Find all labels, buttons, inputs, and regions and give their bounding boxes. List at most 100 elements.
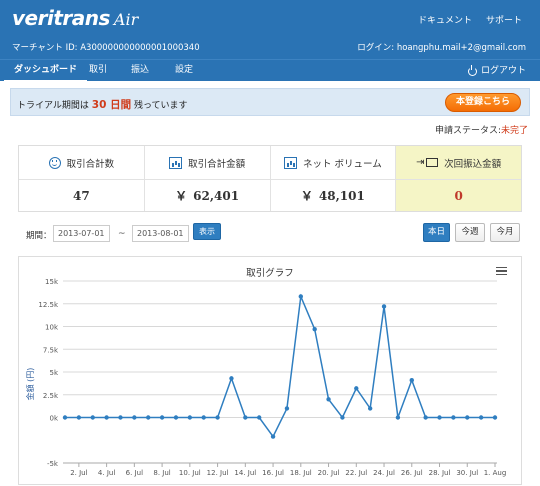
period-filter: 期間： 2013-07-01 ~ 2013-08-01 表示 本日 今週 今月 (18, 219, 522, 249)
veritrans-air-logo[interactable]: veritrans Air (12, 6, 138, 32)
stat-label: 取引合計数 (66, 158, 115, 170)
stat-value: 0 (454, 189, 463, 203)
documents-link[interactable]: ドキュメント (418, 13, 472, 26)
data-point (215, 415, 220, 420)
y-tick-label: 0k (49, 415, 58, 423)
range-today-button[interactable]: 本日 (423, 223, 450, 242)
stat-label: 取引合計金額 (188, 158, 246, 170)
data-point (395, 415, 401, 420)
main-nav: ダッシュボード 取引 振込 設定 ログアウト (0, 59, 540, 82)
stats-panel: 取引合計数 47 取引合計金額 ￥ 62,401 ネット ボリューム ￥ 48,10… (18, 145, 522, 212)
trial-days: 30 日間 (91, 99, 132, 111)
stat-net-volume: ネット ボリューム ￥ 48,101 (270, 146, 397, 211)
data-point (326, 397, 331, 402)
data-point (90, 415, 95, 420)
nav-settings[interactable]: 設定 (165, 60, 203, 82)
currency-symbol: ￥ (175, 189, 188, 203)
login-user: ログイン: hoangphu.mail+2@gmail.com (357, 43, 526, 53)
date-separator: ~ (118, 229, 126, 239)
logo-sub: Air (113, 10, 139, 29)
y-tick-label: 7.5k (43, 346, 59, 354)
top-links: ドキュメント サポート (418, 13, 522, 26)
date-to-input[interactable]: 2013-08-01 (132, 225, 189, 242)
smile-icon (48, 156, 61, 169)
trial-prefix: トライアル期間は (17, 101, 89, 111)
transaction-chart: 取引グラフ 金額 (円) -5k 0k 2.5k 5k 7.5k 10k 12.5k 15k 2… (18, 256, 522, 485)
y-tick-label: -5k (47, 460, 59, 468)
y-tick-label: 2.5k (43, 392, 59, 400)
date-from-input[interactable]: 2013-07-01 (53, 225, 110, 242)
data-point (367, 406, 373, 411)
bar-chart-icon (169, 156, 183, 169)
x-tick-label: 28. Jul (429, 469, 451, 477)
status-label: 申請ステータス: (434, 126, 501, 136)
bar-chart-icon (284, 156, 297, 169)
x-tick-label: 18. Jul (290, 469, 312, 477)
data-point (340, 415, 345, 420)
data-point (201, 415, 206, 420)
data-point (256, 415, 262, 420)
data-point (381, 304, 387, 309)
support-link[interactable]: サポート (486, 13, 522, 26)
x-tick-label: 30. Jul (456, 469, 478, 477)
app-header: veritrans Air ドキュメント サポート マーチャント ID: A30… (0, 0, 540, 59)
range-month-button[interactable]: 今月 (490, 223, 520, 242)
data-point (284, 406, 290, 411)
period-label: 期間： (26, 231, 52, 241)
series-line (65, 293, 495, 439)
data-point (270, 434, 276, 439)
money-transfer-icon: ⇥ (416, 157, 438, 169)
x-tick-label: 12. Jul (207, 469, 229, 477)
power-icon (467, 64, 477, 76)
x-tick-label: 6. Jul (126, 469, 143, 477)
currency-symbol: ￥ (300, 189, 313, 203)
application-status: 申請ステータス:未完了 (435, 123, 528, 136)
data-point (173, 415, 179, 420)
logout-label: ログアウト (480, 66, 526, 76)
nav-transfers[interactable]: 振込 (121, 60, 159, 82)
chart-plot: 金額 (円) -5k 0k 2.5k 5k 7.5k 10k 12.5k 15k 2. Jul 4… (25, 278, 507, 477)
logout-link[interactable]: ログアウト (467, 60, 526, 82)
data-point (437, 415, 442, 420)
x-tick-label: 20. Jul (318, 469, 340, 477)
trial-suffix: 残っています (133, 101, 188, 111)
stat-label: 次回振込金額 (444, 158, 502, 170)
status-value: 未完了 (500, 126, 528, 136)
range-week-button[interactable]: 今週 (455, 223, 485, 242)
register-button[interactable]: 本登録こちら (445, 93, 521, 112)
data-point (243, 415, 248, 420)
stat-next-transfer: ⇥ 次回振込金額 0 (396, 146, 521, 211)
data-point (354, 386, 359, 391)
x-tick-label: 24. Jul (373, 469, 395, 477)
data-point (312, 327, 317, 332)
show-button[interactable]: 表示 (193, 223, 221, 240)
data-point (409, 377, 414, 383)
y-tick-label: 15k (45, 278, 59, 286)
data-point (229, 376, 234, 381)
nav-dashboard[interactable]: ダッシュボード (4, 60, 88, 82)
data-point (492, 415, 498, 420)
data-point (62, 415, 68, 420)
x-tick-label: 26. Jul (401, 469, 423, 477)
stat-total-amount: 取引合計金額 ￥ 62,401 (144, 146, 271, 211)
y-axis-label: 金額 (円) (25, 368, 35, 401)
data-point (423, 415, 428, 420)
stat-value: 47 (73, 189, 90, 203)
y-tick-label: 12.5k (38, 301, 59, 309)
data-point (146, 415, 151, 420)
data-point (451, 415, 456, 420)
stat-total-count: 取引合計数 47 (19, 146, 145, 211)
x-tick-label: 1. Aug (484, 469, 507, 477)
nav-transactions[interactable]: 取引 (79, 60, 117, 82)
x-tick-label: 14. Jul (234, 469, 256, 477)
x-tick-label: 22. Jul (345, 469, 367, 477)
logo-main: veritrans (12, 6, 110, 30)
x-tick-label: 2. Jul (70, 469, 87, 477)
data-point (76, 415, 82, 420)
data-point (187, 415, 193, 420)
stat-label: ネット ボリューム (303, 158, 382, 170)
x-tick-label: 4. Jul (98, 469, 115, 477)
data-point (132, 415, 137, 420)
data-point (104, 415, 109, 420)
stat-value: 48,101 (318, 189, 365, 203)
